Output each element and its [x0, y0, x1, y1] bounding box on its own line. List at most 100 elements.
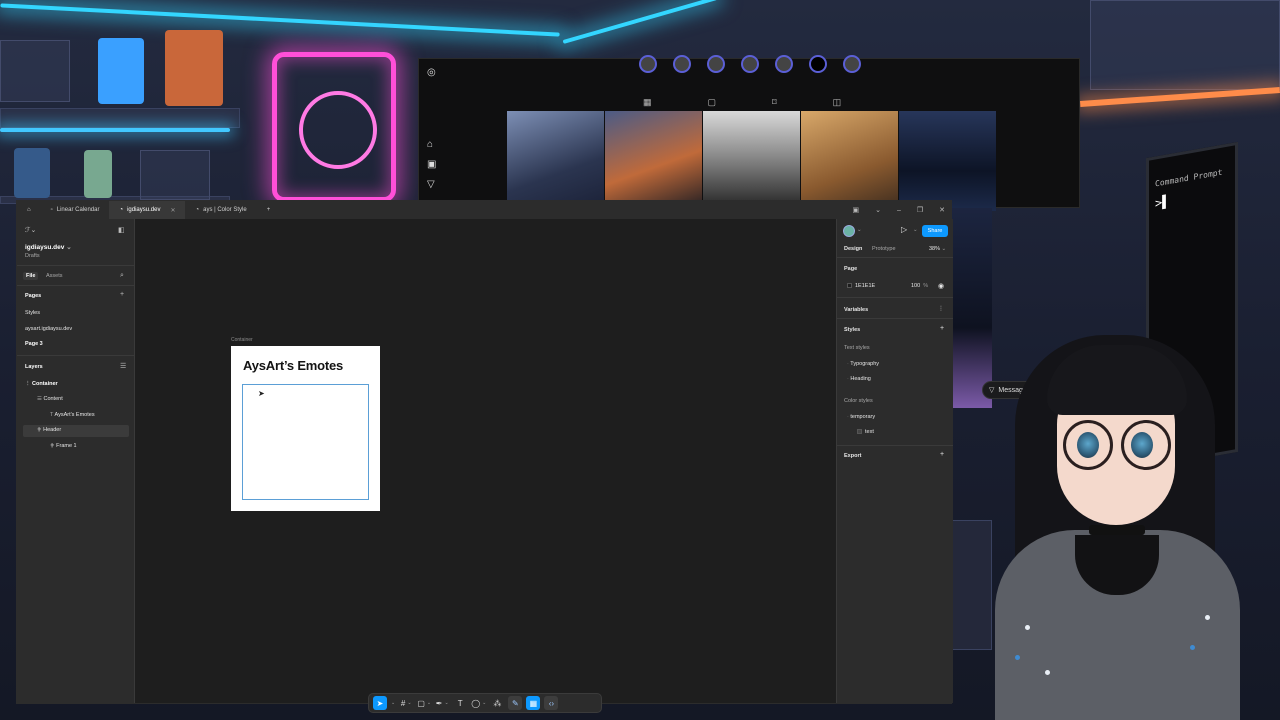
avatar[interactable] [843, 225, 855, 237]
color-style-item[interactable]: · temporary [847, 414, 875, 420]
display-box [0, 40, 70, 102]
tagged-icon[interactable]: ◫ [833, 97, 842, 108]
export-heading[interactable]: Export [844, 453, 861, 459]
post-thumbnail[interactable] [801, 111, 898, 211]
page-opacity-field[interactable]: 100 % [911, 283, 928, 289]
minimize-icon[interactable]: – [897, 207, 901, 214]
tab-file[interactable]: File [23, 272, 39, 280]
page-color-field[interactable]: 1E1E1E [847, 283, 875, 289]
canvas[interactable]: Container AysArt’s Emotes ➤ ➤ ⌄ # ⌄ ▢ ⌄ ✒ ⌄… [135, 219, 946, 713]
play-icon[interactable]: ▷ [901, 225, 907, 234]
eye-icon[interactable]: ◉ [938, 282, 944, 290]
post-thumbnail[interactable] [703, 111, 800, 211]
actions-button[interactable]: ⁂ [490, 696, 504, 710]
text-tool-button[interactable]: T [453, 696, 467, 710]
plus-icon: + [266, 207, 271, 213]
chevron-down-icon[interactable]: ⌄ [913, 227, 918, 233]
chevron-down-icon[interactable]: ⌄ [391, 700, 395, 706]
frame-icon: ⋕ [50, 443, 55, 449]
reels-icon[interactable]: ▣ [427, 159, 436, 170]
text-style-item[interactable]: · Heading [847, 376, 871, 382]
avatar-glasses [1063, 420, 1113, 470]
pen-tool-button[interactable]: ✒ ⌄ [435, 696, 449, 710]
text-style-item[interactable]: · Typography [847, 361, 879, 367]
frame-icon: # [400, 698, 406, 708]
tab-linear-calendar[interactable]: ▫ Linear Calendar [41, 201, 110, 219]
page-item[interactable]: aysart.igdiaysu.dev [25, 326, 72, 332]
post-thumbnail[interactable] [899, 111, 996, 211]
variables-heading[interactable]: Variables [844, 307, 868, 313]
tab-color-style[interactable]: ◔ ays | Color Style [185, 201, 256, 219]
color-style-item[interactable]: text [857, 429, 874, 435]
page-item-active[interactable]: Page 3 [25, 341, 43, 347]
instagram-icon[interactable]: ◎ [427, 67, 436, 78]
chevron-down-icon[interactable]: ⌄ [857, 227, 862, 233]
story-avatar[interactable] [639, 55, 657, 73]
post-thumbnail[interactable] [507, 111, 604, 211]
divider [837, 445, 953, 446]
story-avatar[interactable] [809, 55, 827, 73]
file-name[interactable]: igdiaysu.dev ⌄ [25, 243, 72, 251]
pen-icon: ✒ [435, 698, 443, 708]
add-export-icon[interactable]: + [940, 451, 944, 458]
frame-tool-button[interactable]: # ⌄ [399, 696, 413, 710]
tab-prototype[interactable]: Prototype [872, 246, 896, 252]
frame-title[interactable]: AysArt’s Emotes [243, 358, 343, 373]
home-tab[interactable]: ⌂ [17, 201, 41, 219]
post-thumbnail[interactable] [605, 111, 702, 211]
file-icon: ▫ [50, 207, 53, 213]
share-button[interactable]: Share [922, 225, 948, 237]
figma-menu-icon[interactable]: ℱ⌄ [25, 226, 36, 234]
tab-assets[interactable]: Assets [43, 272, 66, 280]
grid-icon[interactable]: ▦ [643, 97, 652, 108]
dev-mode-button[interactable]: ‹› [544, 696, 559, 710]
neon-sign [272, 52, 396, 202]
collapse-sidebar-icon[interactable]: ◧ [118, 226, 125, 234]
container-frame[interactable]: AysArt’s Emotes ➤ [231, 346, 380, 511]
story-avatar[interactable] [673, 55, 691, 73]
frame-1[interactable]: ➤ [242, 384, 369, 500]
layer-item[interactable]: ⋕ Frame 1 [50, 443, 77, 449]
add-page-icon[interactable]: + [120, 291, 124, 298]
home-icon[interactable]: ⌂ [427, 139, 433, 150]
comment-tool-button[interactable]: ◯ ⌄ [471, 696, 486, 710]
neon-light [1080, 87, 1280, 107]
search-icon[interactable]: ⌕ [120, 272, 124, 280]
draw-mode-button[interactable]: ✎ [508, 696, 523, 710]
tab-bar: ⌂ ▫ Linear Calendar ◔ igdiaysu.dev ✕ ◔ a… [17, 201, 951, 219]
story-avatar[interactable] [741, 55, 759, 73]
send-icon[interactable]: ▽ [427, 179, 435, 190]
reels-tab-icon[interactable]: ▢ [708, 97, 717, 108]
file-icon: ◔ [119, 207, 124, 213]
story-avatar[interactable] [775, 55, 793, 73]
close-icon[interactable]: ✕ [170, 207, 175, 214]
story-avatar[interactable] [707, 55, 725, 73]
instagram-sidebar: ◎ ⌂ ▣ ▽ [419, 59, 447, 207]
list-icon[interactable]: ☰ [120, 362, 126, 370]
tab-igdiaysu[interactable]: ◔ igdiaysu.dev ✕ [109, 201, 186, 219]
left-panel: ℱ⌄ ◧ igdiaysu.dev ⌄ Drafts File Assets ⌕… [17, 219, 135, 703]
sidebar-toggle-icon[interactable]: ▣ [852, 206, 859, 214]
story-avatar[interactable] [843, 55, 861, 73]
close-window-icon[interactable]: ✕ [939, 206, 945, 214]
paint-splatter [1205, 615, 1210, 620]
page-item[interactable]: Styles [25, 310, 40, 316]
move-tool-button[interactable]: ➤ [373, 696, 387, 710]
maximize-icon[interactable]: ❐ [917, 206, 923, 214]
variables-icon[interactable]: ⫶ [940, 306, 942, 314]
new-tab-button[interactable]: + [257, 201, 281, 219]
bookmark-icon[interactable]: ⌑ [772, 97, 777, 108]
code-icon: ‹› [548, 698, 555, 708]
layer-item[interactable]: ⋮ Container [25, 381, 58, 387]
color-swatch[interactable] [847, 283, 852, 289]
frame-label[interactable]: Container [231, 337, 253, 343]
layer-item[interactable]: ☰ Content [37, 396, 63, 402]
design-mode-button[interactable]: ▦ [526, 696, 541, 710]
add-style-icon[interactable]: + [940, 325, 944, 332]
tab-design[interactable]: Design [844, 246, 862, 252]
layer-item[interactable]: ⋕ Header [37, 427, 61, 433]
layer-item[interactable]: T AysArt's Emotes [50, 412, 95, 418]
chevron-down-icon[interactable]: ⌄ [875, 206, 881, 214]
zoom-dropdown[interactable]: 38% ⌄ [929, 246, 946, 252]
shape-tool-button[interactable]: ▢ ⌄ [417, 696, 431, 710]
